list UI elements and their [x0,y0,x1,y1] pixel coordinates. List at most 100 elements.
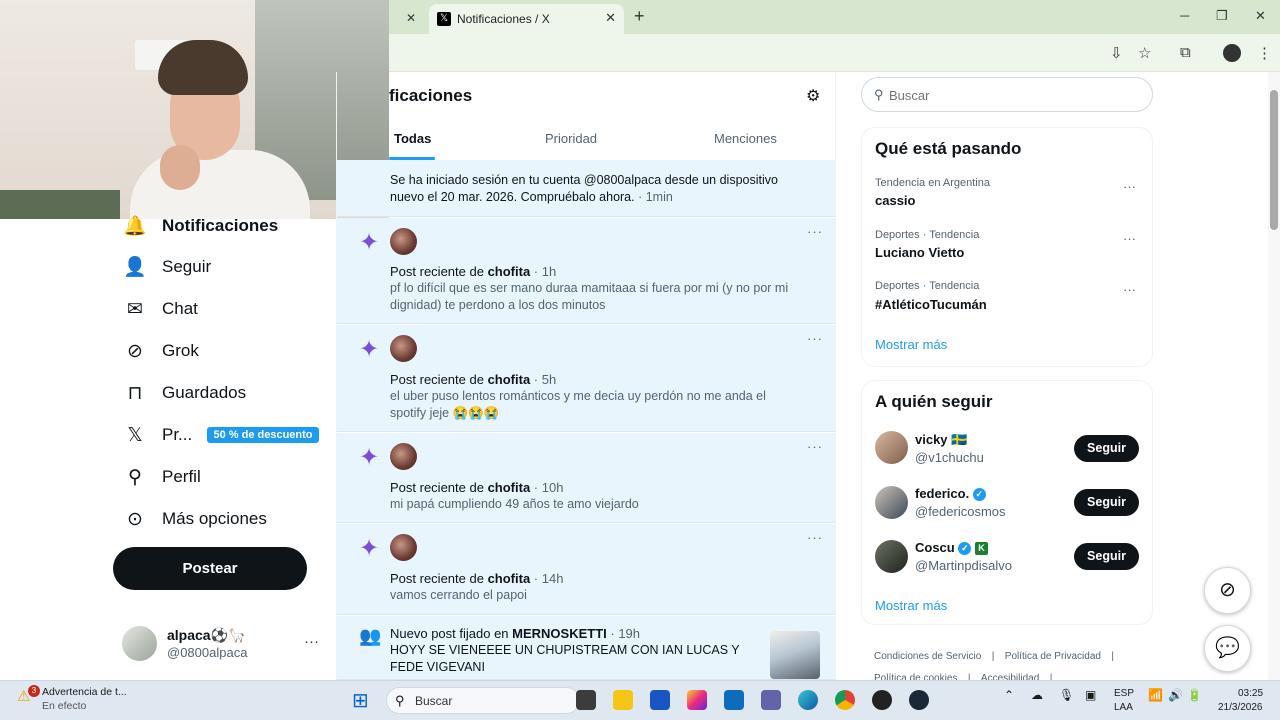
footer-link-terms[interactable]: Condiciones de Servicio [874,651,981,662]
tab-todas[interactable]: Todas [394,131,431,146]
notification-title[interactable]: Advertencia de t... [42,686,127,698]
user-avatar[interactable] [875,431,908,464]
active-tab[interactable]: 𝕏 Notificaciones / X ✕ [429,4,624,34]
trend-more-icon[interactable]: ··· [1123,282,1136,297]
microphone-icon[interactable]: 🎙 [1059,688,1074,702]
trend-more-icon[interactable]: ··· [1123,179,1136,194]
keyboard-layout[interactable]: LAA [1114,702,1133,713]
nav-item-perfil[interactable]: ⚲ Perfil [122,465,201,489]
volume-icon[interactable]: 🔊 [1168,688,1183,702]
app-icon[interactable] [724,690,744,710]
chrome-icon[interactable] [835,690,855,710]
more-options-icon[interactable]: ··· [807,224,823,239]
previous-tab[interactable]: ✕ [389,6,423,30]
footer-link-privacy[interactable]: Política de Privacidad [1005,651,1101,662]
close-tab-icon[interactable]: ✕ [605,10,616,26]
taskbar-search[interactable]: ⚲ Buscar [386,687,580,714]
tray-chevron-icon[interactable]: ⌃ [1004,688,1014,702]
task-view-icon[interactable] [576,690,596,710]
notification-pinned[interactable]: Nuevo post fijado en MERNOSKETTI · 19h H… [337,616,835,680]
x-logo-icon: 𝕏 [437,12,451,26]
user-avatar[interactable] [390,534,417,561]
nav-item-chat[interactable]: ✉ Chat [122,297,198,321]
nav-item-guardados[interactable]: ⊓ Guardados [122,381,247,405]
user-avatar[interactable] [390,228,417,255]
tray-app-icon[interactable]: ▣ [1085,688,1096,702]
notification-item[interactable]: ✦ ··· Post reciente de chofita · 5h el u… [337,325,835,432]
bookmark-star-icon[interactable]: ☆ [1138,44,1151,62]
who-to-follow-show-more-link[interactable]: Mostrar más [875,598,947,613]
instagram-icon[interactable] [687,690,707,710]
steam-icon[interactable] [909,690,929,710]
grok-fab-button[interactable]: ⊘ [1204,567,1251,614]
post-thumbnail[interactable] [770,631,820,679]
trend-name[interactable]: #AtléticoTucumán [875,297,987,312]
new-tab-button[interactable]: + [634,6,645,27]
install-app-icon[interactable]: ⇩ [1110,44,1123,62]
more-options-icon[interactable]: ··· [807,530,823,545]
wifi-icon[interactable]: 📶 [1148,688,1163,702]
notification-item[interactable]: ✦ ··· Post reciente de chofita · 1h pf l… [337,218,835,324]
clock-time[interactable]: 03:25 [1238,688,1263,699]
trend-name[interactable]: cassio [875,193,915,208]
notification-item[interactable]: ✦ ··· Post reciente de chofita · 10h mi … [337,433,835,523]
user-link[interactable]: MERNOSKETTI [512,626,607,641]
edge-icon[interactable] [798,690,818,710]
user-link[interactable]: chofita [488,264,531,279]
nav-item-grok[interactable]: ⊘ Grok [122,339,199,363]
tab-menciones[interactable]: Menciones [714,131,777,146]
language-indicator[interactable]: ESP [1114,688,1134,699]
search-input[interactable] [889,86,1129,104]
nav-item-mas-opciones[interactable]: ⊙ Más opciones [122,507,267,531]
close-tab-icon[interactable]: ✕ [406,11,416,25]
more-options-icon[interactable]: ··· [807,331,823,346]
clock-date[interactable]: 21/3/2026 [1218,702,1263,713]
premium-discount-badge[interactable]: 50 % de descuento [207,427,319,443]
search-icon: ⚲ [395,693,405,708]
user-name[interactable]: vicky 🇸🇪 [915,432,967,448]
search-box[interactable]: ⚲ [861,77,1153,112]
battery-icon[interactable]: 🔋 [1187,688,1202,702]
trend-category: Deportes · Tendencia [875,280,980,292]
account-avatar[interactable] [122,626,157,661]
windows-start-icon[interactable]: ⊞ [352,688,369,713]
user-avatar[interactable] [875,540,908,573]
user-avatar[interactable] [875,486,908,519]
follow-button[interactable]: Seguir [1074,489,1139,516]
user-link[interactable]: chofita [488,571,531,586]
outlook-icon[interactable] [761,690,781,710]
settings-gear-icon[interactable]: ⚙ [806,86,820,106]
trend-more-icon[interactable]: ··· [1123,231,1136,246]
chat-fab-button[interactable]: 💬 [1204,625,1251,672]
user-avatar[interactable] [390,335,417,362]
trend-name[interactable]: Luciano Vietto [875,245,964,260]
onedrive-icon[interactable]: ☁ [1031,688,1043,702]
user-name[interactable]: federico. ✓ [915,486,986,502]
post-button[interactable]: Postear [113,547,307,590]
user-avatar[interactable] [390,443,417,470]
nav-item-premium[interactable]: 𝕏 Pr... [122,423,192,447]
user-name[interactable]: Coscu ✓ K [915,540,988,556]
minimize-button[interactable]: ─ [1180,8,1189,23]
window-close-button[interactable]: ✕ [1255,8,1266,24]
user-link[interactable]: chofita [488,372,531,387]
extensions-icon[interactable]: ⧉ [1180,44,1191,61]
more-options-icon[interactable]: ··· [807,439,823,454]
account-more-icon[interactable]: ··· [304,633,319,650]
file-explorer-icon[interactable] [613,690,633,710]
kick-badge-icon: K [974,542,988,556]
user-link[interactable]: chofita [488,480,531,495]
browser-menu-icon[interactable]: ⋮ [1257,44,1272,62]
nav-item-notificaciones[interactable]: 🔔 Notificaciones [122,214,278,238]
scrollbar-thumb[interactable] [1270,90,1278,230]
profile-avatar[interactable] [1223,44,1241,62]
obs-icon[interactable] [872,690,892,710]
nav-item-seguir[interactable]: 👤 Seguir [122,255,211,279]
store-icon[interactable] [650,690,670,710]
tab-prioridad[interactable]: Prioridad [545,131,597,146]
maximize-button[interactable]: ❐ [1216,8,1228,24]
notification-item[interactable]: ✦ ··· Post reciente de chofita · 14h vam… [337,524,835,615]
follow-button[interactable]: Seguir [1074,435,1139,462]
trends-show-more-link[interactable]: Mostrar más [875,337,947,352]
follow-button[interactable]: Seguir [1074,543,1139,570]
